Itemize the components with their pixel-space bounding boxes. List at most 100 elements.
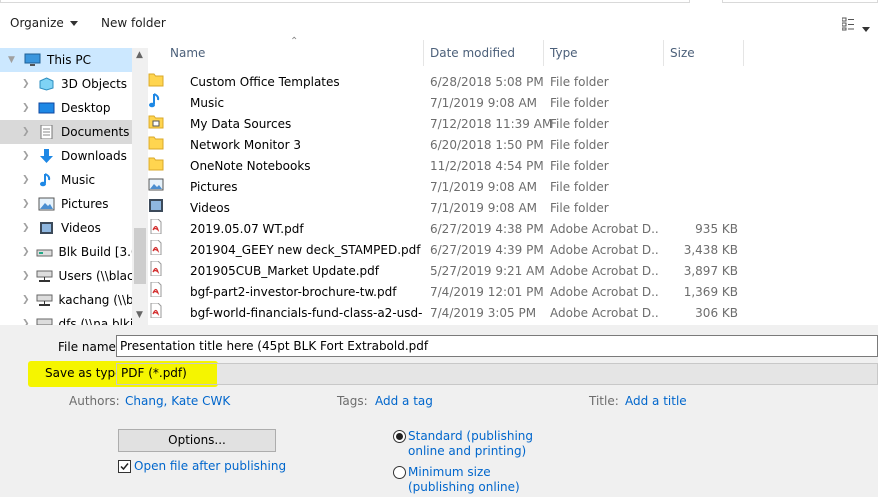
save-as-dialog: Organize New folder ▼ This PC ❯ 3D Objec…	[0, 0, 878, 497]
pictures-folder-icon	[148, 178, 164, 191]
file-row[interactable]: 201905CUB_Market Update.pdf 5/27/2019 9:…	[148, 260, 748, 282]
folder-icon	[148, 136, 164, 150]
file-name: Videos	[190, 201, 230, 215]
music-icon	[40, 173, 51, 187]
file-row[interactable]: Music 7/1/2019 9:08 AM File folder	[148, 93, 748, 114]
folder-icon	[148, 73, 164, 87]
scroll-down-icon[interactable]: ▼	[136, 310, 143, 320]
nav-label: Pictures	[61, 197, 109, 211]
chevron-right-icon[interactable]: ❯	[22, 271, 30, 281]
nav-item-videos[interactable]: ❯ Videos	[0, 216, 132, 240]
file-date: 7/1/2019 9:08 AM	[430, 180, 538, 194]
file-name-input[interactable]: Presentation title here (45pt BLK Fort E…	[116, 335, 878, 357]
file-row[interactable]: 2019.05.07 WT.pdf 6/27/2019 4:38 PM Adob…	[148, 218, 748, 240]
checkmark-icon	[120, 463, 129, 471]
nav-item-music[interactable]: ❯ Music	[0, 168, 132, 192]
chevron-down-icon[interactable]: ▼	[8, 55, 18, 65]
scroll-thumb[interactable]	[134, 228, 146, 284]
file-row[interactable]: Pictures 7/1/2019 9:08 AM File folder	[148, 177, 748, 198]
file-row[interactable]: My Data Sources 7/12/2018 11:39 AM File …	[148, 114, 748, 135]
open-after-checkbox[interactable]	[118, 460, 131, 473]
column-header-name[interactable]: Name	[164, 40, 424, 66]
file-row[interactable]: 201904_GEEY new deck_STAMPED.pdf 6/27/20…	[148, 239, 748, 261]
title-label: Title:	[589, 394, 619, 408]
standard-label-line2[interactable]: online and printing)	[408, 444, 526, 458]
file-row[interactable]: bgf-world-financials-fund-class-a2-usd-.…	[148, 302, 748, 324]
add-title-link[interactable]: Add a title	[625, 394, 687, 408]
file-date: 6/28/2018 5:08 PM	[430, 75, 544, 89]
file-size: 306 KB	[695, 306, 738, 320]
minimum-label-line1[interactable]: Minimum size	[408, 465, 491, 479]
chevron-right-icon[interactable]: ❯	[22, 127, 32, 137]
file-date: 5/27/2019 9:21 AM	[430, 264, 545, 278]
documents-icon	[40, 125, 53, 139]
chevron-right-icon[interactable]: ❯	[22, 199, 32, 209]
nav-item-dfs-share[interactable]: ❯ dfs (\\na.blkint.c	[0, 312, 132, 325]
file-type: File folder	[550, 96, 609, 110]
nav-item-3d-objects[interactable]: ❯ 3D Objects	[0, 72, 132, 96]
file-name: bgf-part2-investor-brochure-tw.pdf	[190, 285, 397, 299]
file-type: File folder	[550, 180, 609, 194]
column-header-date[interactable]: Date modified	[424, 40, 544, 66]
music-folder-icon	[149, 93, 160, 108]
open-after-label[interactable]: Open file after publishing	[134, 459, 286, 473]
chevron-right-icon[interactable]: ❯	[22, 79, 32, 89]
nav-item-pictures[interactable]: ❯ Pictures	[0, 192, 132, 216]
file-row[interactable]: Custom Office Templates 6/28/2018 5:08 P…	[148, 72, 748, 93]
file-date: 7/12/2018 11:39 AM	[430, 117, 553, 131]
network-drive-icon	[36, 318, 53, 325]
save-form: File name: Presentation title here (45pt…	[0, 325, 878, 497]
chevron-right-icon[interactable]: ❯	[22, 295, 30, 305]
nav-label: 3D Objects	[61, 77, 128, 91]
nav-item-this-pc[interactable]: ▼ This PC	[0, 48, 132, 72]
scroll-up-icon[interactable]: ▲	[136, 50, 143, 60]
nav-scrollbar[interactable]: ▲ ▼	[132, 48, 148, 325]
options-button[interactable]: Options...	[118, 429, 276, 452]
nav-item-desktop[interactable]: ❯ Desktop	[0, 96, 132, 120]
folder-icon	[148, 157, 164, 171]
file-name: OneNote Notebooks	[190, 159, 311, 173]
file-row[interactable]: bgf-part2-investor-brochure-tw.pdf 7/4/2…	[148, 281, 748, 303]
standard-label-line1[interactable]: Standard (publishing	[408, 429, 533, 443]
videos-icon	[40, 222, 53, 234]
videos-folder-icon	[149, 199, 163, 212]
network-drive-icon	[36, 270, 53, 282]
file-row[interactable]: Network Monitor 3 6/20/2018 1:50 PM File…	[148, 135, 748, 156]
organize-button[interactable]: Organize	[10, 16, 78, 30]
add-tag-link[interactable]: Add a tag	[375, 394, 433, 408]
minimum-label-line2[interactable]: (publishing online)	[408, 480, 520, 494]
standard-radio[interactable]	[393, 430, 406, 443]
file-name-label: File name:	[58, 340, 120, 354]
view-options-icon[interactable]	[841, 17, 858, 31]
minimum-size-radio[interactable]	[393, 466, 406, 479]
view-dropdown-icon[interactable]	[862, 22, 870, 36]
nav-item-kachang-share[interactable]: ❯ kachang (\\black	[0, 288, 132, 312]
nav-item-blk-build[interactable]: ❯ Blk Build [3.0] [IM	[0, 240, 132, 264]
nav-item-downloads[interactable]: ❯ Downloads	[0, 144, 132, 168]
nav-item-documents[interactable]: ❯ Documents	[0, 120, 132, 144]
chevron-right-icon[interactable]: ❯	[22, 151, 32, 161]
chevron-right-icon[interactable]: ❯	[22, 247, 30, 257]
nav-label: Users (\\blackro	[58, 269, 132, 283]
file-row[interactable]: OneNote Notebooks 11/2/2018 4:54 PM File…	[148, 156, 748, 177]
chevron-right-icon[interactable]: ❯	[22, 175, 32, 185]
organize-label: Organize	[10, 16, 64, 30]
column-header-size[interactable]: Size	[664, 40, 744, 66]
search-box-edge	[722, 0, 878, 3]
chevron-right-icon[interactable]: ❯	[22, 223, 32, 233]
file-row[interactable]: Videos 7/1/2019 9:08 AM File folder	[148, 198, 748, 219]
file-name: Music	[190, 96, 225, 110]
file-type: File folder	[550, 201, 609, 215]
nav-item-users-share[interactable]: ❯ Users (\\blackro	[0, 264, 132, 288]
chevron-right-icon[interactable]: ❯	[22, 103, 32, 113]
authors-value[interactable]: Chang, Kate CWK	[125, 394, 230, 408]
file-name: 201904_GEEY new deck_STAMPED.pdf	[190, 243, 421, 257]
new-folder-button[interactable]: New folder	[101, 16, 166, 30]
file-type: File folder	[550, 159, 609, 173]
save-type-select[interactable]: PDF (*.pdf)	[116, 363, 878, 385]
nav-label: dfs (\\na.blkint.c	[58, 317, 132, 325]
column-header-type[interactable]: Type	[544, 40, 664, 66]
file-date: 7/1/2019 9:08 AM	[430, 96, 538, 110]
file-type: File folder	[550, 138, 609, 152]
file-list: ⌃ Name Date modified Type Size Custom Of…	[148, 36, 878, 325]
